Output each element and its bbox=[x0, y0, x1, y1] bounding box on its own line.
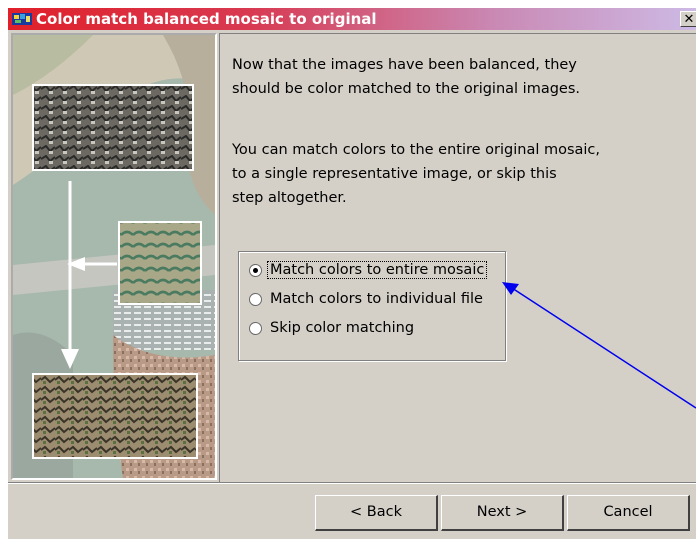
radio-button[interactable] bbox=[249, 292, 262, 306]
color-match-options-group: Match colors to entire mosaic Match colo… bbox=[238, 251, 506, 361]
detail-line: You can match colors to the entire origi… bbox=[232, 142, 601, 158]
next-button[interactable]: Next > bbox=[441, 495, 564, 531]
cancel-button[interactable]: Cancel bbox=[567, 495, 690, 531]
intro-line: should be color matched to the original … bbox=[232, 81, 580, 97]
option-skip-matching[interactable]: Skip color matching bbox=[249, 317, 416, 339]
radio-button-selected[interactable] bbox=[249, 263, 262, 277]
aerial-mosaic-illustration bbox=[11, 33, 217, 480]
option-label: Skip color matching bbox=[270, 320, 415, 336]
intro-text: Now that the images have been balanced, … bbox=[232, 53, 580, 101]
dialog-window: Color match balanced mosaic to original … bbox=[0, 0, 696, 539]
content-panel: Now that the images have been balanced, … bbox=[219, 33, 696, 483]
detail-line: step altogether. bbox=[232, 190, 347, 206]
app-icon bbox=[12, 13, 32, 25]
window-title: Color match balanced mosaic to original bbox=[36, 10, 377, 28]
option-entire-mosaic[interactable]: Match colors to entire mosaic bbox=[249, 259, 488, 281]
dialog-body: Now that the images have been balanced, … bbox=[8, 30, 696, 539]
close-button[interactable]: ✕ bbox=[680, 11, 696, 27]
radio-button[interactable] bbox=[249, 321, 262, 335]
intro-line: Now that the images have been balanced, … bbox=[232, 57, 577, 73]
option-label: Match colors to entire mosaic bbox=[266, 261, 488, 279]
detail-line: to a single representative image, or ski… bbox=[232, 166, 557, 182]
option-label: Match colors to individual file bbox=[270, 291, 483, 307]
title-bar[interactable]: Color match balanced mosaic to original … bbox=[8, 8, 696, 30]
back-button[interactable]: < Back bbox=[315, 495, 438, 531]
option-individual-file[interactable]: Match colors to individual file bbox=[249, 288, 485, 310]
button-separator bbox=[8, 482, 696, 484]
detail-text: You can match colors to the entire origi… bbox=[232, 138, 600, 210]
